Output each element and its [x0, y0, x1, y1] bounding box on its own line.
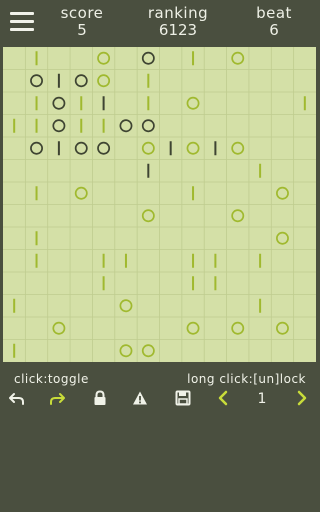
- header: score 5 ranking 6123 beat 6: [0, 0, 319, 46]
- beat-value: 6: [269, 21, 279, 39]
- ring-piece[interactable]: [119, 344, 133, 358]
- warning-icon[interactable]: [132, 390, 148, 408]
- locked-bar-piece[interactable]: [147, 163, 150, 178]
- locked-ring-piece[interactable]: [52, 119, 66, 133]
- bar-piece[interactable]: [192, 253, 195, 268]
- locked-ring-piece[interactable]: [30, 74, 43, 88]
- bar-piece[interactable]: [192, 276, 195, 291]
- score-display: score 5: [50, 5, 114, 39]
- locked-ring-piece[interactable]: [119, 119, 133, 133]
- ring-piece[interactable]: [186, 96, 200, 110]
- bar-piece[interactable]: [214, 276, 217, 291]
- locked-bar-piece[interactable]: [57, 141, 60, 156]
- bar-piece[interactable]: [35, 186, 38, 201]
- ring-piece[interactable]: [52, 321, 66, 335]
- toggle-hint: click:toggle: [14, 372, 89, 386]
- ring-piece[interactable]: [231, 141, 245, 155]
- save-icon[interactable]: [175, 390, 191, 408]
- locked-ring-piece[interactable]: [141, 51, 155, 65]
- bar-piece[interactable]: [259, 298, 262, 313]
- lock-hint: long click:[un]lock: [187, 372, 306, 386]
- bar-piece[interactable]: [147, 96, 150, 111]
- bar-piece[interactable]: [35, 253, 38, 268]
- ring-piece[interactable]: [186, 141, 200, 155]
- bar-piece[interactable]: [192, 51, 195, 66]
- ranking-label: ranking: [147, 4, 209, 22]
- bar-piece[interactable]: [80, 118, 83, 133]
- ring-piece[interactable]: [97, 51, 111, 65]
- ring-piece[interactable]: [276, 186, 289, 200]
- toolbar: 1: [0, 390, 319, 408]
- locked-ring-piece[interactable]: [74, 74, 88, 88]
- score-label: score: [60, 4, 104, 22]
- redo-icon[interactable]: [49, 390, 65, 408]
- locked-ring-piece[interactable]: [30, 141, 43, 155]
- ring-piece[interactable]: [141, 141, 155, 155]
- bar-piece[interactable]: [13, 343, 16, 358]
- bar-piece[interactable]: [35, 118, 38, 133]
- bar-piece[interactable]: [192, 186, 195, 201]
- ring-piece[interactable]: [97, 74, 111, 88]
- locked-ring-piece[interactable]: [74, 141, 88, 155]
- bar-piece[interactable]: [102, 253, 105, 268]
- ring-piece[interactable]: [231, 51, 245, 65]
- ring-piece[interactable]: [141, 344, 155, 358]
- bar-piece[interactable]: [35, 51, 38, 66]
- locked-bar-piece[interactable]: [102, 96, 105, 111]
- bar-piece[interactable]: [303, 96, 306, 111]
- bar-piece[interactable]: [35, 231, 38, 246]
- bar-piece[interactable]: [13, 298, 16, 313]
- bar-piece[interactable]: [259, 253, 262, 268]
- ring-piece[interactable]: [231, 209, 245, 223]
- ranking-value: 6123: [158, 21, 198, 39]
- ranking-display: ranking 6123: [138, 5, 218, 39]
- bar-piece[interactable]: [35, 96, 38, 111]
- ring-piece[interactable]: [276, 321, 289, 335]
- beat-display: beat 6: [242, 5, 306, 39]
- locked-bar-piece[interactable]: [214, 141, 217, 156]
- locked-ring-piece[interactable]: [52, 96, 66, 110]
- bar-piece[interactable]: [214, 253, 217, 268]
- locked-bar-piece[interactable]: [57, 73, 60, 88]
- ring-piece[interactable]: [186, 321, 200, 335]
- locked-ring-piece[interactable]: [97, 141, 111, 155]
- ring-piece[interactable]: [141, 209, 155, 223]
- bar-piece[interactable]: [102, 118, 105, 133]
- ring-piece[interactable]: [276, 231, 289, 245]
- lock-icon[interactable]: [93, 390, 107, 408]
- menu-icon[interactable]: [10, 12, 34, 32]
- bar-piece[interactable]: [259, 163, 262, 178]
- bar-piece[interactable]: [80, 96, 83, 111]
- prev-arrow-icon[interactable]: [217, 390, 229, 408]
- locked-bar-piece[interactable]: [169, 141, 172, 156]
- ring-piece[interactable]: [119, 299, 133, 313]
- ring-piece[interactable]: [74, 186, 88, 200]
- next-arrow-icon[interactable]: [296, 390, 308, 408]
- bar-piece[interactable]: [102, 276, 105, 291]
- score-value: 5: [77, 21, 87, 39]
- level-number: 1: [257, 391, 267, 407]
- game-board[interactable]: [3, 47, 316, 362]
- locked-ring-piece[interactable]: [141, 119, 155, 133]
- bar-piece[interactable]: [13, 118, 16, 133]
- undo-icon[interactable]: [9, 390, 25, 408]
- bar-piece[interactable]: [124, 253, 127, 268]
- bar-piece[interactable]: [147, 73, 150, 88]
- ring-piece[interactable]: [231, 321, 245, 335]
- beat-label: beat: [256, 4, 292, 22]
- instruction-text: click:toggle long click:[un]lock: [14, 372, 306, 388]
